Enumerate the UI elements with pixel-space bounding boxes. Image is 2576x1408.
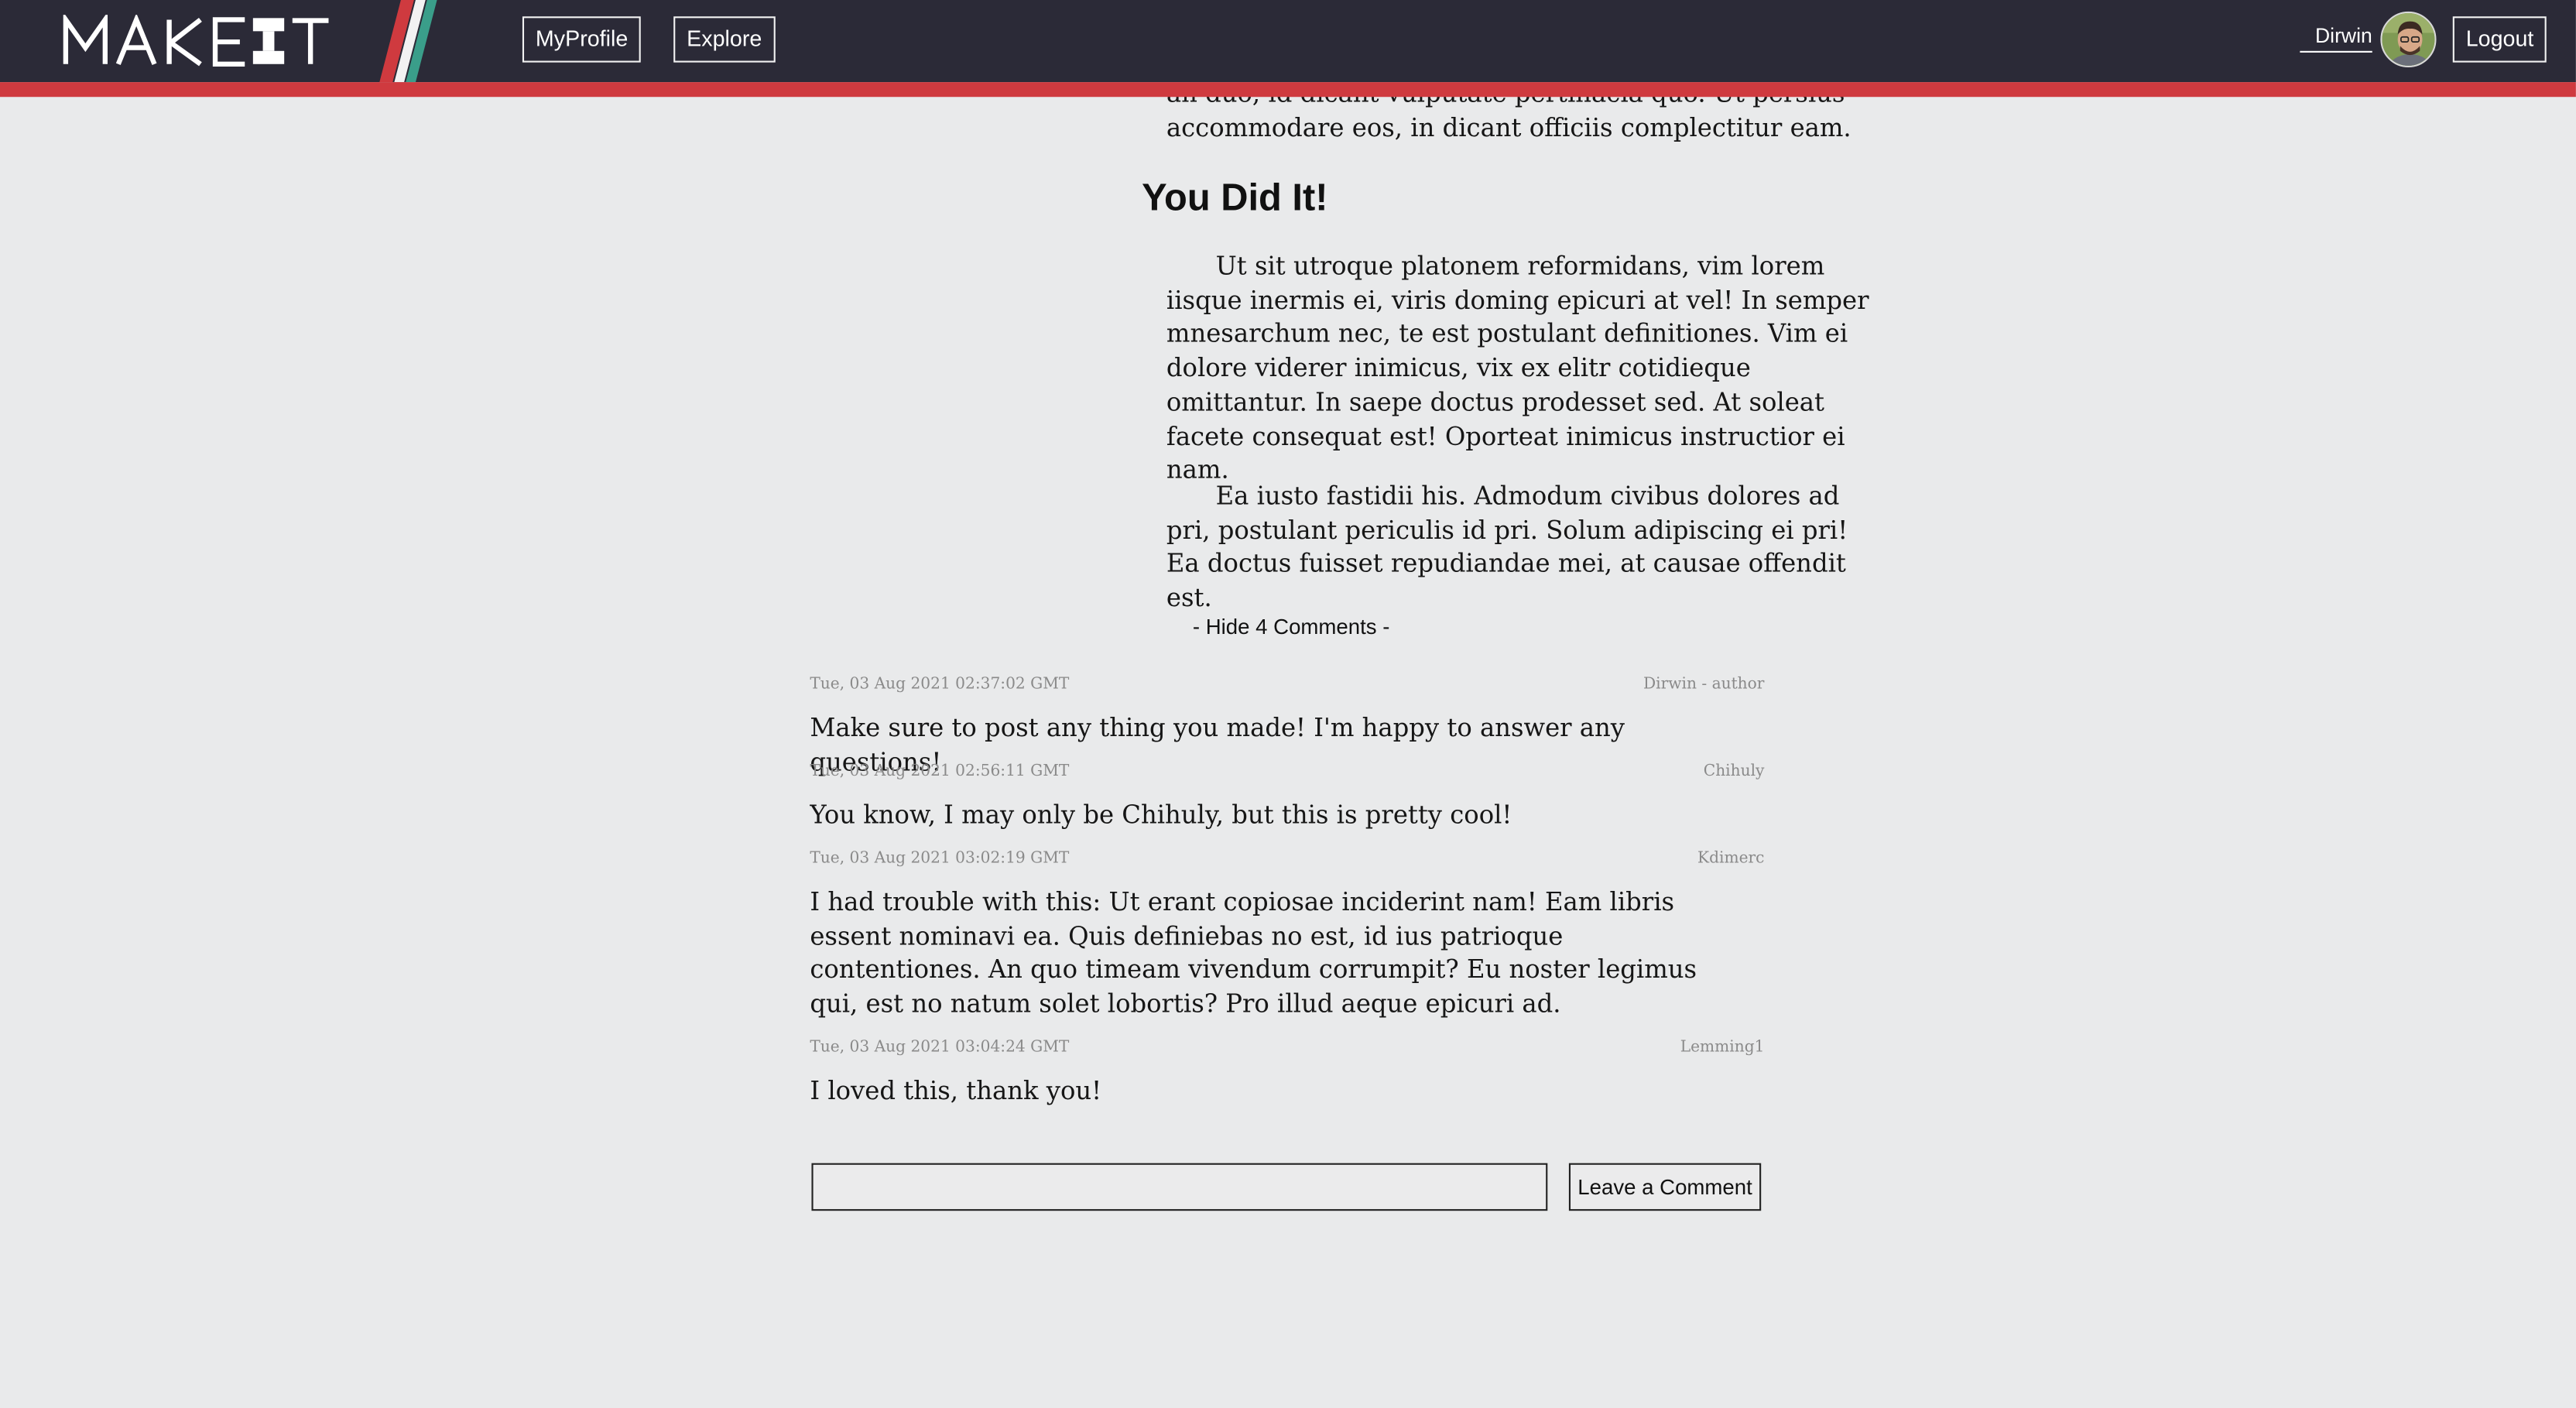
leave-comment-button[interactable]: Leave a Comment: [1568, 1163, 1762, 1211]
comment-text: I had trouble with this: Ut erant copios…: [810, 887, 1697, 1019]
nav-explore-button[interactable]: Explore: [673, 16, 776, 63]
article-paragraph: Ut sit utroque platonem reformidans, vim…: [1166, 251, 1869, 485]
comment-text: I loved this, thank you!: [810, 1076, 1102, 1106]
article-paragraph: Ea iusto fastidii his. Admodum civibus d…: [1166, 481, 1848, 613]
avatar-portrait-icon: [2382, 12, 2435, 66]
comment-author[interactable]: Kdimerc: [1697, 849, 1764, 868]
makeit-logo[interactable]: [63, 15, 332, 67]
comment-meta: Tue, 03 Aug 2021 02:37:02 GMT Dirwin - a…: [810, 675, 1764, 694]
comment-text: You know, I may only be Chihuly, but thi…: [810, 800, 1512, 830]
logout-button[interactable]: Logout: [2452, 16, 2547, 63]
comment-author[interactable]: Lemming1: [1680, 1038, 1765, 1057]
section-title: You Did It!: [1142, 176, 1328, 219]
comment-date: Tue, 03 Aug 2021 02:37:02 GMT: [810, 675, 1070, 694]
user-avatar-icon[interactable]: [2380, 11, 2437, 68]
brand-stripes-graphic: [379, 0, 437, 83]
header-accent-bar: [0, 82, 2576, 98]
article-partial-line: accommodare eos, in dicant officiis comp…: [1166, 112, 1852, 143]
hide-comments-toggle[interactable]: - Hide 4 Comments -: [1193, 615, 1390, 641]
comment-date: Tue, 03 Aug 2021 03:04:24 GMT: [810, 1038, 1070, 1057]
comment-meta: Tue, 03 Aug 2021 02:56:11 GMT Chihuly: [810, 762, 1764, 782]
page: an duo, id dicant vulputate pertinacia q…: [0, 0, 2576, 1408]
comment-date: Tue, 03 Aug 2021 02:56:11 GMT: [810, 762, 1070, 781]
comment-author[interactable]: Dirwin - author: [1643, 675, 1764, 694]
comment-meta: Tue, 03 Aug 2021 03:04:24 GMT Lemming1: [810, 1038, 1764, 1057]
top-navigation-bar: MyProfile Explore Dirwin Logout: [0, 0, 2576, 83]
nav-myprofile-button[interactable]: MyProfile: [522, 16, 642, 63]
comment-input[interactable]: [811, 1163, 1548, 1211]
username-link[interactable]: Dirwin: [2300, 23, 2372, 53]
comment-author[interactable]: Chihuly: [1704, 762, 1765, 782]
comment-date: Tue, 03 Aug 2021 03:02:19 GMT: [810, 849, 1070, 868]
comment-meta: Tue, 03 Aug 2021 03:02:19 GMT Kdimerc: [810, 849, 1764, 868]
